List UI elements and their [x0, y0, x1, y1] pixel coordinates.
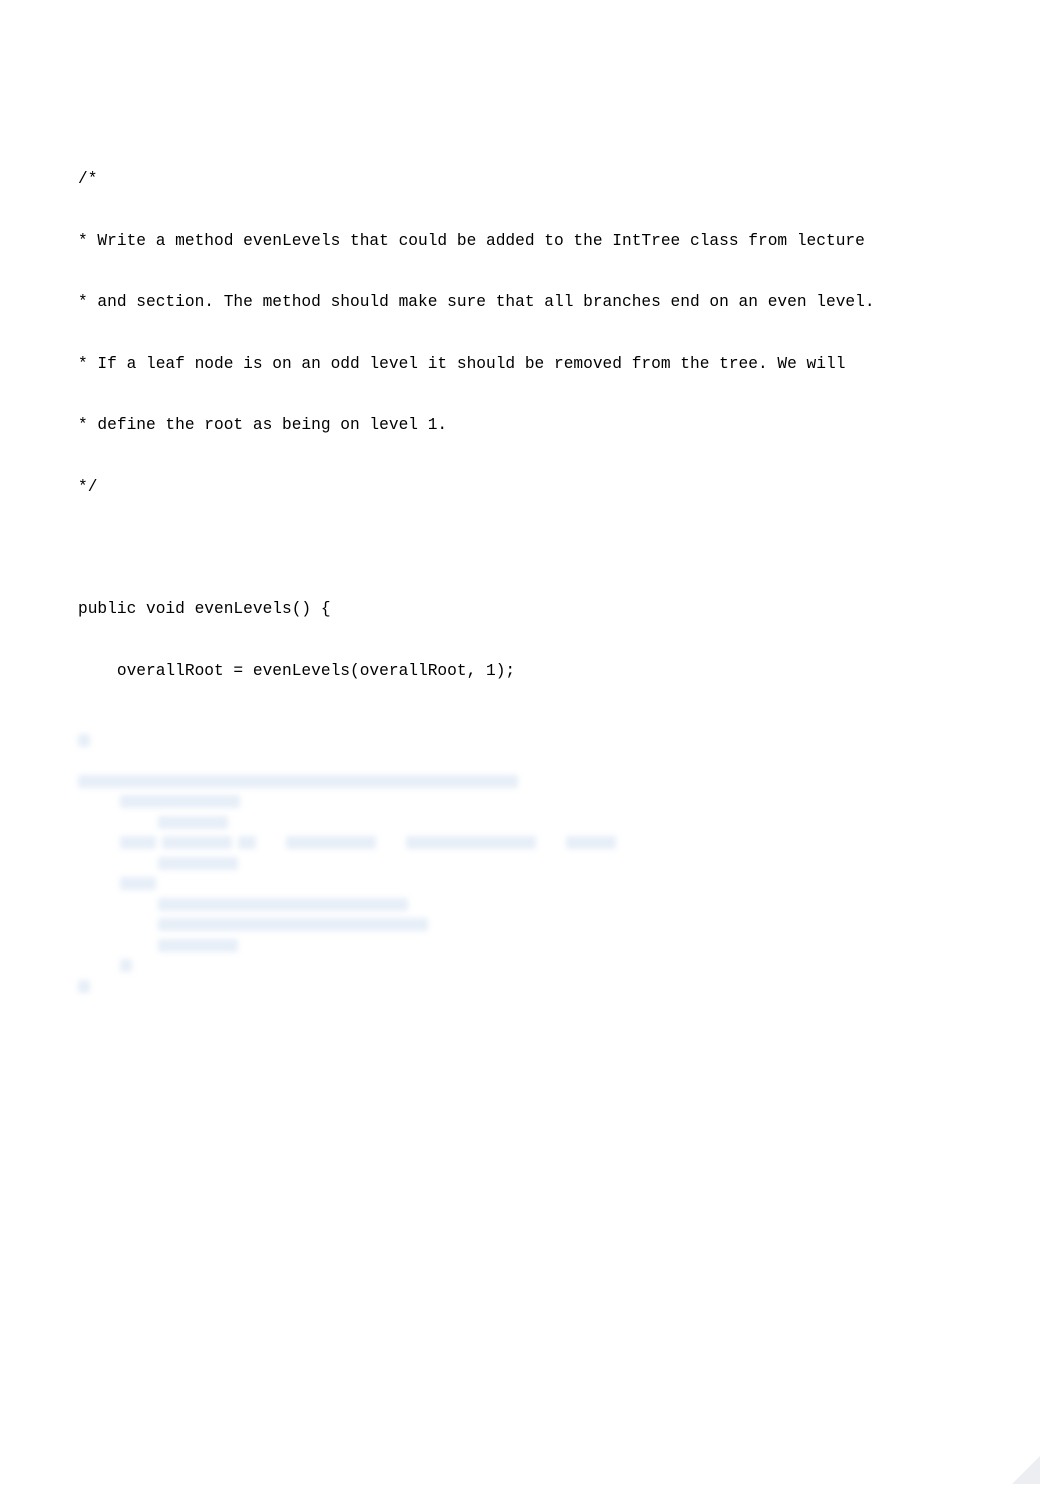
- page-curl-icon: [1012, 1456, 1040, 1484]
- comment-line: * Write a method evenLevels that could b…: [78, 231, 984, 252]
- comment-line: */: [78, 477, 984, 498]
- javadoc-comment: /* * Write a method evenLevels that coul…: [78, 128, 984, 538]
- comment-line: * define the root as being on level 1.: [78, 415, 984, 436]
- comment-line: * If a leaf node is on an odd level it s…: [78, 354, 984, 375]
- document-page: /* * Write a method evenLevels that coul…: [0, 0, 1062, 1506]
- code-line: public void evenLevels() {: [78, 599, 984, 620]
- comment-line: * and section. The method should make su…: [78, 292, 984, 313]
- redacted-code-block: [78, 730, 984, 997]
- comment-line: /*: [78, 169, 984, 190]
- code-block: public void evenLevels() { overallRoot =…: [78, 558, 984, 722]
- code-line: overallRoot = evenLevels(overallRoot, 1)…: [78, 661, 984, 682]
